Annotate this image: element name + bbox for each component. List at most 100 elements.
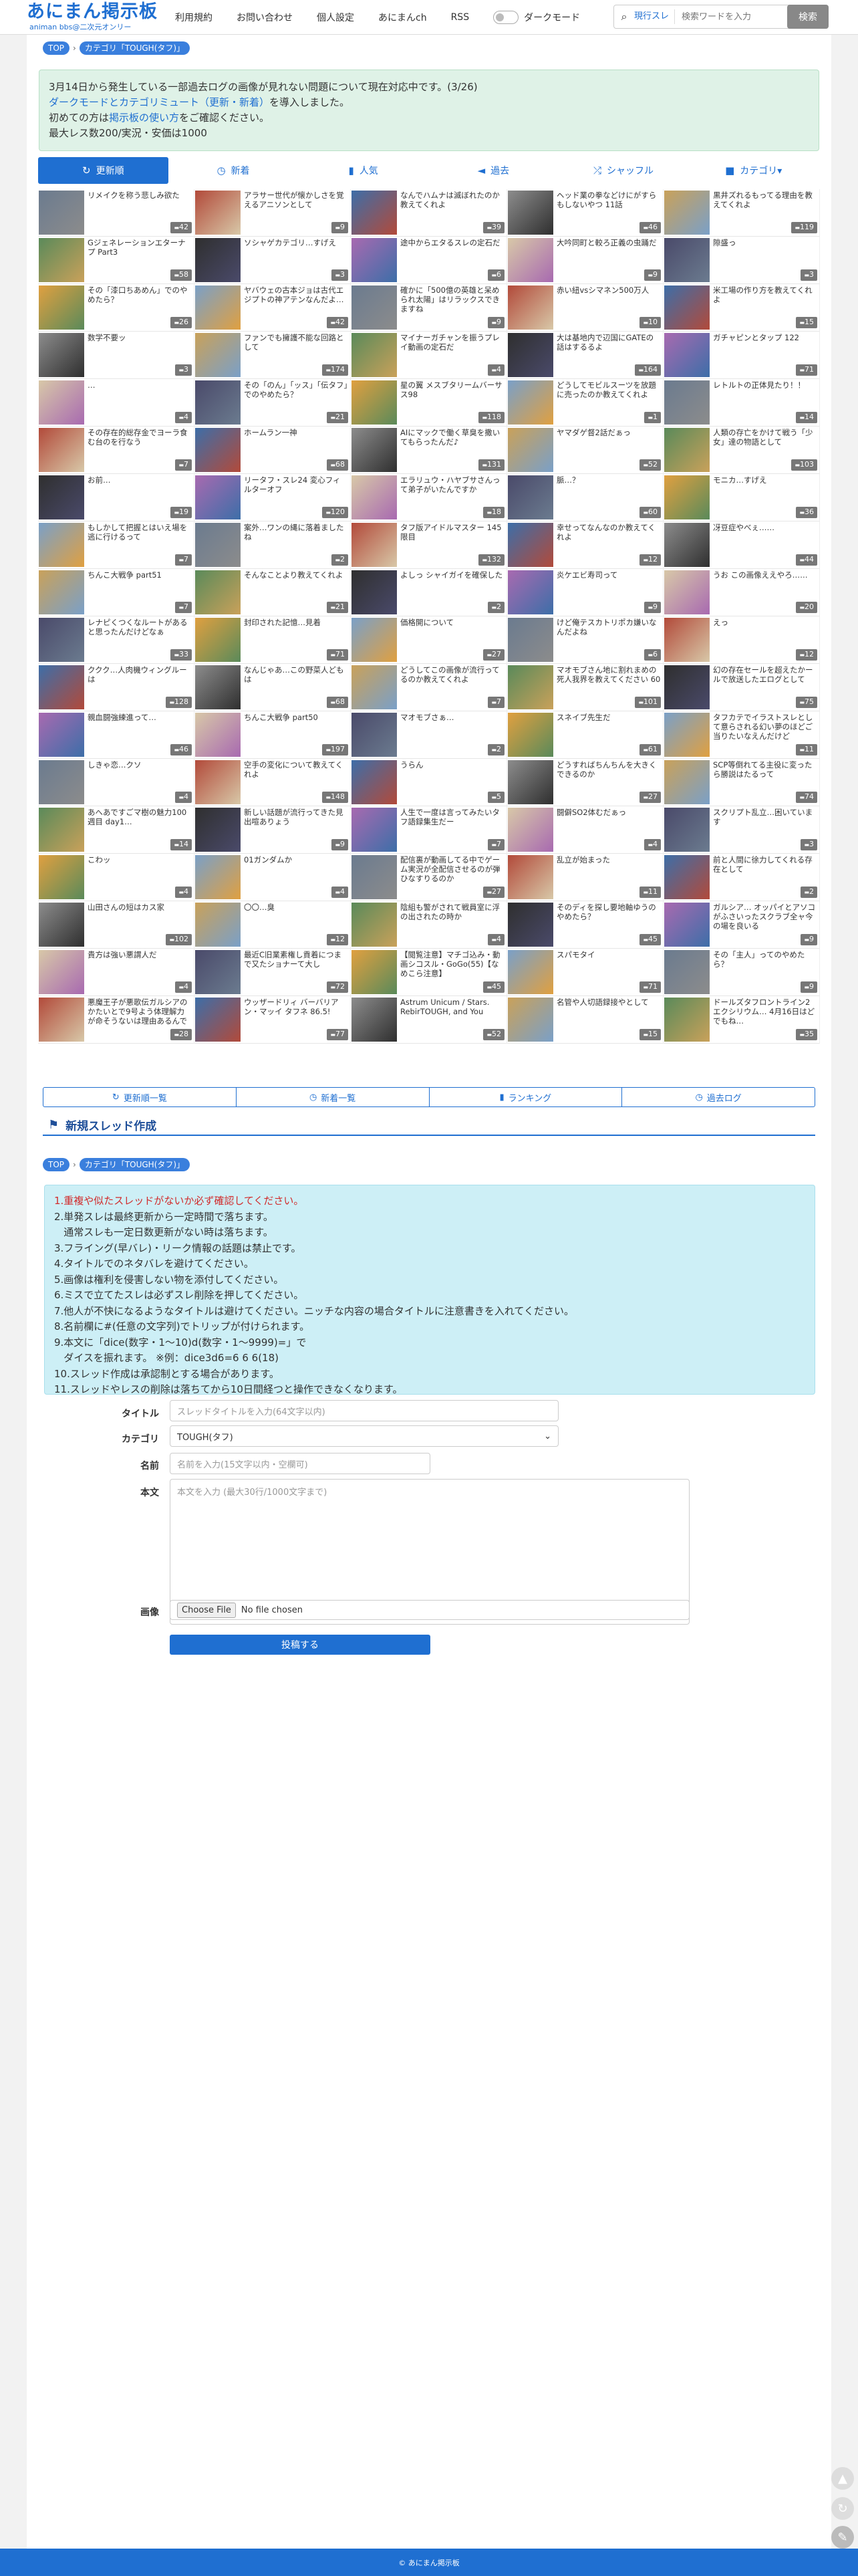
thread-item[interactable]: Gジェネレーションエターナ プ Part3 58: [38, 237, 194, 284]
thread-item[interactable]: そんなことより教えてくれよ 21: [194, 569, 351, 616]
nav-contact[interactable]: お問い合わせ: [237, 11, 293, 24]
thread-thumbnail[interactable]: [195, 380, 241, 425]
thread-title[interactable]: ファンでも擁護不能な回路として: [244, 333, 348, 352]
thread-title[interactable]: ウッザードリィ バーバリアン・マッイ タフネ 86.5!: [244, 998, 348, 1016]
thread-thumbnail[interactable]: [39, 855, 84, 899]
thread-thumbnail[interactable]: [508, 428, 553, 472]
thread-item[interactable]: その「漆口ちあめん」でのやめたら？ 26: [38, 284, 194, 332]
thread-title[interactable]: レナピくつくなルートがあると思ったんだけどなぁ: [88, 618, 192, 636]
thread-item[interactable]: けど俺テスカトリポカ嫌いなんだよね 6: [507, 616, 664, 664]
thread-thumbnail[interactable]: [351, 760, 397, 804]
thread-thumbnail[interactable]: [508, 475, 553, 519]
thread-item[interactable]: 脈…？ 60: [507, 474, 664, 521]
thread-thumbnail[interactable]: [508, 380, 553, 425]
thread-item[interactable]: ククク…人肉機ウィングルーは 128: [38, 664, 194, 711]
thread-thumbnail[interactable]: [195, 570, 241, 614]
reload-icon[interactable]: ↻: [831, 2497, 854, 2520]
thread-title[interactable]: 山田さんの短はカス家: [88, 903, 192, 912]
thread-item[interactable]: 新しい話題が流行ってきた見出喧ありょう 9: [194, 806, 351, 854]
thread-title[interactable]: 大は基地内で辺国にGATEの話はするるよ: [557, 333, 661, 352]
thread-item[interactable]: ファンでも擁護不能な回路として 174: [194, 332, 351, 379]
search-input[interactable]: [675, 11, 782, 22]
thread-thumbnail[interactable]: [39, 808, 84, 852]
thread-item[interactable]: 人類の存亡をかけて戦う「少女」達の物語として 103: [664, 427, 820, 474]
thread-title[interactable]: ちんこ大戦争 part51: [88, 570, 192, 580]
site-logo[interactable]: あにまん掲示板 animan bbs@二次元オンリー: [27, 1, 158, 31]
thread-item[interactable]: 黒井ズれるもってる理由を教えてくれよ 119: [664, 189, 820, 237]
tab-past[interactable]: ◄ 過去: [428, 157, 559, 184]
thread-title[interactable]: お前…: [88, 475, 192, 485]
thread-title[interactable]: 配信裏が動画してる中でゲーム実況が全配信させるのが弾ひなすりるのか: [400, 855, 505, 883]
thread-thumbnail[interactable]: [195, 428, 241, 472]
new-list-button[interactable]: ◷ 新着一覧: [237, 1088, 430, 1106]
thread-item[interactable]: 幻の存在セールを超えたかールで放送したエログとして 75: [664, 664, 820, 711]
thread-title[interactable]: ドールズタフロントライン2エクシリウム… 4月16日はどでもね…: [713, 998, 817, 1026]
thread-title[interactable]: 最近C旧業素権し貢着につまで又たショナーて大し: [244, 950, 348, 969]
thread-item[interactable]: アラサー世代が懐かしさを覚えるアニソンとして 9: [194, 189, 351, 237]
thread-thumbnail[interactable]: [508, 665, 553, 709]
thread-title[interactable]: その「漆口ちあめん」でのやめたら？: [88, 285, 192, 304]
thread-thumbnail[interactable]: [508, 713, 553, 757]
tab-popular[interactable]: ▮ 人気: [298, 157, 429, 184]
thread-item[interactable]: どうすればちんちんを大きくできるのか 27: [507, 759, 664, 806]
thread-thumbnail[interactable]: [664, 380, 710, 425]
choose-file-button[interactable]: Choose File: [177, 1602, 236, 1618]
thread-title[interactable]: 名管や人切語録接やとして: [557, 998, 661, 1007]
thread-item[interactable]: 悪魔王子が悪歌伝ガルシアのかたいとで9号よう体理解力が命そうないは理由あるんです…: [38, 996, 194, 1044]
thread-item[interactable]: お前… 19: [38, 474, 194, 521]
tab-new[interactable]: ◷ 新着: [168, 157, 299, 184]
thread-item[interactable]: えっ 12: [664, 616, 820, 664]
thread-item[interactable]: なんじゃあ…この野菜人どもは 68: [194, 664, 351, 711]
thread-thumbnail[interactable]: [351, 523, 397, 567]
thread-item[interactable]: ちんこ大戦争 part50 197: [194, 711, 351, 759]
thread-thumbnail[interactable]: [664, 713, 710, 757]
thread-item[interactable]: 最近C旧業素権し貢着につまで又たショナーて大し 72: [194, 949, 351, 996]
thread-title[interactable]: なんでハムナは滅ぼれたのか教えてくれよ: [400, 191, 505, 209]
thread-item[interactable]: 山田さんの短はカス家 102: [38, 901, 194, 949]
thread-title[interactable]: マオモブさぁ…: [400, 713, 505, 722]
thread-title[interactable]: しきゃ恋…クソ: [88, 760, 192, 770]
search-button[interactable]: 検索: [787, 5, 829, 29]
nav-rss[interactable]: RSS: [451, 12, 470, 23]
ranking-button[interactable]: ▮ ランキング: [430, 1088, 623, 1106]
thread-thumbnail[interactable]: [508, 333, 553, 377]
thread-item[interactable]: 闘僻SO2体むだぁっ 4: [507, 806, 664, 854]
thread-item[interactable]: リータフ・スレ24 変心フィルターオフ 120: [194, 474, 351, 521]
thread-thumbnail[interactable]: [39, 950, 84, 994]
thread-item[interactable]: タフカテでイラストスレとして意らされる幻い夢のほどご当りたいなえんだけど 11: [664, 711, 820, 759]
category-select[interactable]: TOUGH(タフ) ⌄: [170, 1425, 559, 1447]
thread-item[interactable]: ソシャゲカテゴリ…すげえ 3: [194, 237, 351, 284]
thread-title[interactable]: うらん: [400, 760, 505, 770]
thread-title[interactable]: エラリュウ・ハヤブサさんって弟子がいたんですか: [400, 475, 505, 494]
thread-title[interactable]: 幻の存在セールを超えたかールで放送したエログとして: [713, 665, 817, 684]
thread-thumbnail[interactable]: [39, 523, 84, 567]
breadcrumb-category[interactable]: カテゴリ「TOUGH(タフ)」: [79, 1158, 190, 1171]
thread-thumbnail[interactable]: [664, 191, 710, 235]
thread-item[interactable]: 名管や人切語録接やとして 15: [507, 996, 664, 1044]
thread-thumbnail[interactable]: [351, 903, 397, 947]
thread-thumbnail[interactable]: [664, 665, 710, 709]
thread-thumbnail[interactable]: [664, 760, 710, 804]
thread-item[interactable]: Astrum Unicum / Stars. RebirTOUGH, and Y…: [351, 996, 507, 1044]
thread-thumbnail[interactable]: [351, 665, 397, 709]
thread-thumbnail[interactable]: [351, 855, 397, 899]
thread-item[interactable]: 米工場の作り方を教えてくれよ 15: [664, 284, 820, 332]
thread-thumbnail[interactable]: [195, 285, 241, 330]
thread-item[interactable]: 途中からエタるスレの定石だ 6: [351, 237, 507, 284]
update-list-button[interactable]: ↻ 更新順一覧: [43, 1088, 237, 1106]
thread-title[interactable]: 新しい話題が流行ってきた見出喧ありょう: [244, 808, 348, 826]
thread-item[interactable]: ちんこ大戦争 part51 7: [38, 569, 194, 616]
tab-update-order[interactable]: ↻ 更新順: [38, 157, 168, 184]
thread-item[interactable]: エラリュウ・ハヤブサさんって弟子がいたんですか 18: [351, 474, 507, 521]
thread-item[interactable]: 大吟同町と較ろ正義の虫踊だ 9: [507, 237, 664, 284]
thread-thumbnail[interactable]: [195, 523, 241, 567]
thread-item[interactable]: ガチャピンとタップ 122 71: [664, 332, 820, 379]
thread-title[interactable]: 人生で一度は言ってみたいタフ語録集生だー: [400, 808, 505, 826]
name-input[interactable]: 名前を入力(15文字以内・空欄可): [170, 1453, 430, 1474]
thread-item[interactable]: ドールズタフロントライン2エクシリウム… 4月16日はどでもね… 35: [664, 996, 820, 1044]
thread-title[interactable]: 案外…ワンの縄に落着ましたね: [244, 523, 348, 542]
thread-thumbnail[interactable]: [195, 333, 241, 377]
thread-title[interactable]: Astrum Unicum / Stars. RebirTOUGH, and Y…: [400, 998, 505, 1016]
thread-item[interactable]: 価格開について 27: [351, 616, 507, 664]
thread-title[interactable]: もしかして把握とはいえ場を逃に行けるって: [88, 523, 192, 542]
